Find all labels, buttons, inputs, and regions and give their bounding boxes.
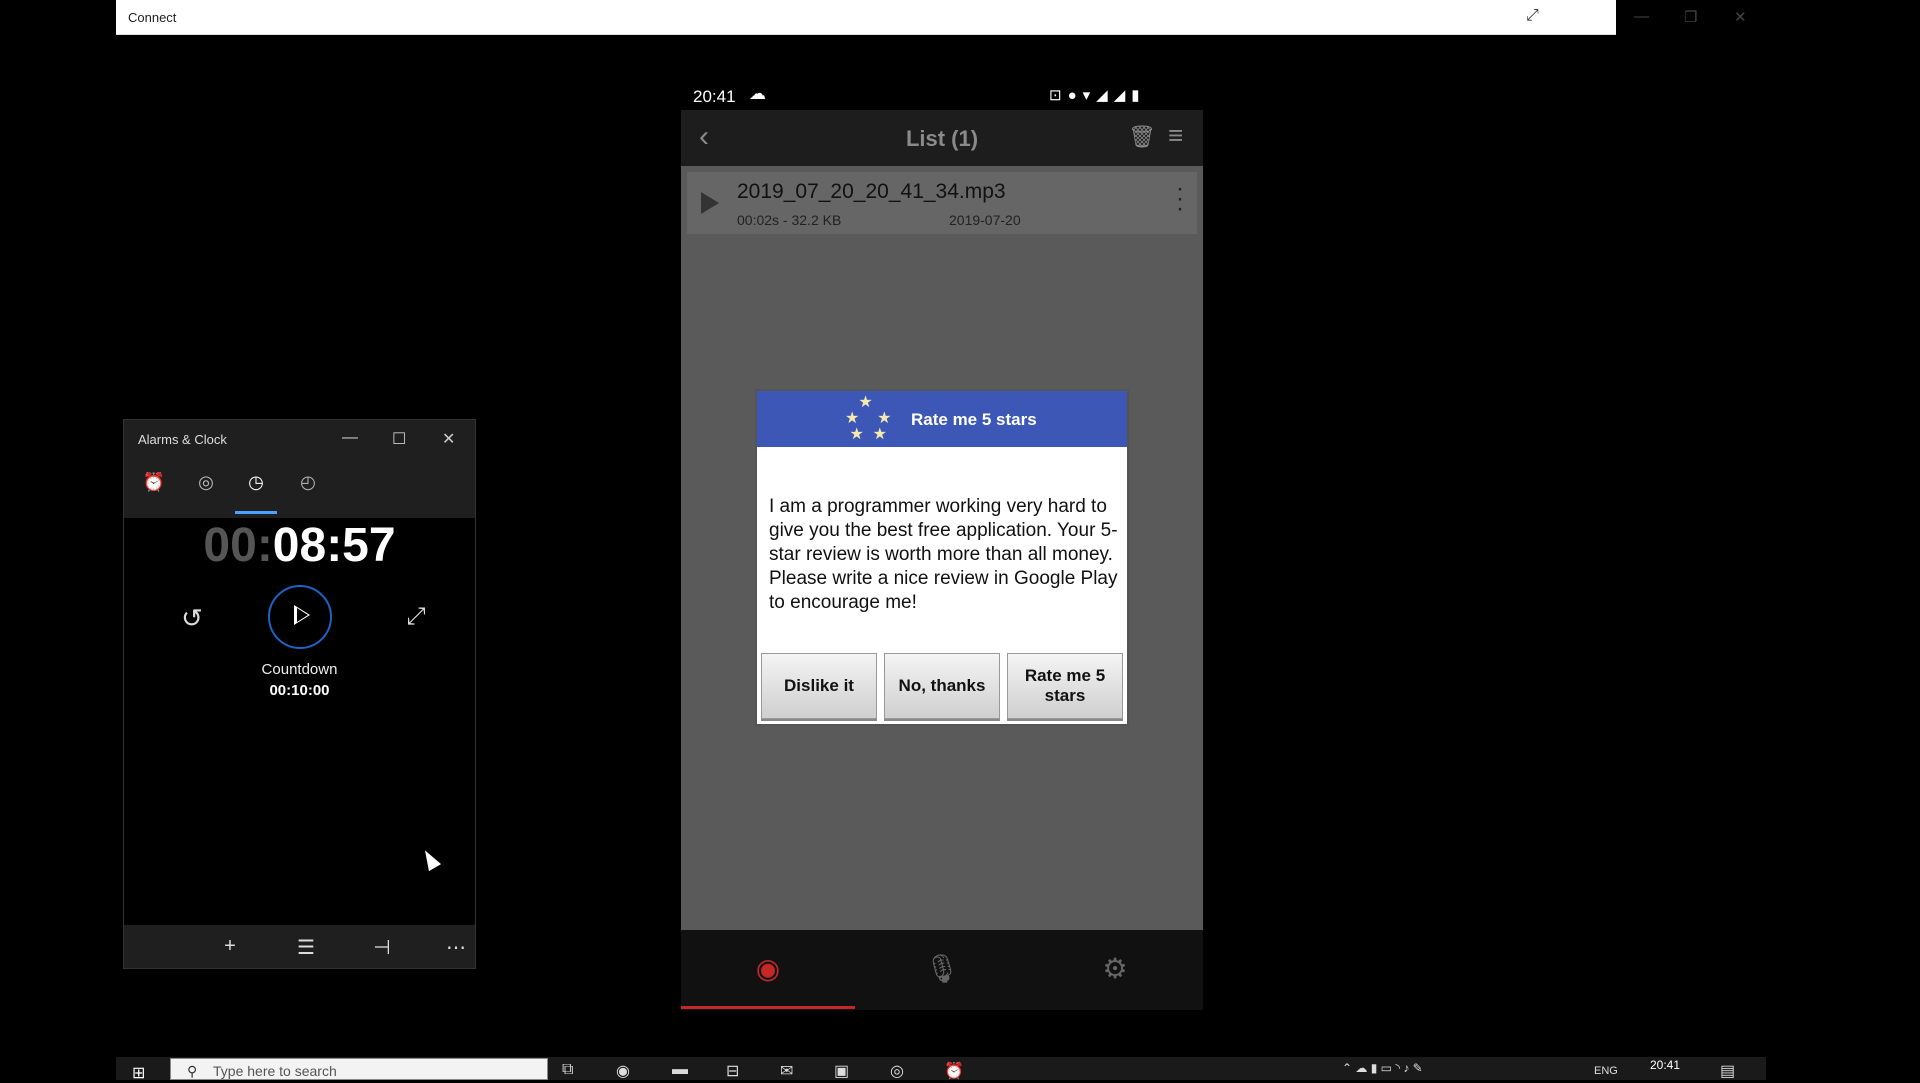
search-placeholder: Type here to search: [213, 1063, 337, 1079]
mail-icon[interactable]: ✉: [780, 1061, 793, 1081]
alarms-clock-window: Alarms & Clock — ☐ ✕ ⏰ ◎ ◷ ◴ 00:08:57 ↺ …: [123, 419, 476, 969]
store-icon[interactable]: ⊟: [726, 1061, 739, 1081]
connect-app-icon[interactable]: ◎: [890, 1061, 904, 1081]
timer-hours: 00:: [203, 519, 273, 572]
rate-button[interactable]: Rate me 5 stars: [1007, 653, 1123, 719]
trash-icon[interactable]: 🗑: [1128, 124, 1156, 150]
clock-tabs: ⏰ ◎ ◷ ◴: [124, 458, 475, 518]
timer-name: Countdown: [261, 661, 338, 678]
tray-icons[interactable]: ⌃ ☁ ▮ ▭ ◝ ♪ ✎: [1342, 1061, 1423, 1075]
task-view-icon[interactable]: ⧉: [562, 1061, 573, 1079]
stopwatch-tab-icon[interactable]: ◴: [288, 472, 328, 502]
overflow-menu-icon[interactable]: · · ·: [1173, 177, 1187, 221]
search-icon: ⚲: [187, 1063, 198, 1079]
add-icon[interactable]: +: [210, 935, 250, 958]
app-icon[interactable]: ▣: [834, 1061, 849, 1081]
stars-icon: ★ ★ ★ ★ ★: [845, 394, 892, 443]
windows-start-icon[interactable]: ⊞: [132, 1063, 145, 1083]
expand-icon[interactable]: ⤢: [398, 603, 434, 639]
taskbar: ⊞ ⚲ Type here to search ⧉ ◉ ▬ ⊟ ✉ ▣ ◎ ⏰ …: [116, 1057, 1766, 1083]
clock-command-bar: + ☰ ⊣ ⋯: [124, 925, 475, 968]
restore-icon[interactable]: ❐: [1684, 8, 1697, 26]
minimize-icon[interactable]: —: [342, 429, 358, 447]
world-clock-tab-icon[interactable]: ◎: [186, 472, 226, 502]
cloud-icon: ☁: [749, 84, 766, 103]
notifications-icon[interactable]: ▤: [1720, 1061, 1735, 1081]
bottom-nav: ◉ 🎙 ⚙: [681, 930, 1203, 1010]
active-tab-indicator: [235, 511, 277, 514]
edit-list-icon[interactable]: ☰: [286, 935, 326, 960]
connect-title: Connect: [128, 10, 177, 25]
timer-minutes-seconds: 08:57: [272, 519, 396, 572]
timer-duration: 00:10:00: [269, 682, 330, 699]
tray-clock[interactable]: 20:41: [1650, 1058, 1680, 1072]
status-bar: 20:41 ☁ ⊡●▾◢◢▮: [681, 80, 1203, 110]
reset-icon[interactable]: ↺: [174, 603, 210, 639]
status-time: 20:41: [693, 87, 736, 106]
file-explorer-icon[interactable]: ▬: [672, 1061, 688, 1079]
alarm-tab-icon[interactable]: ⏰: [134, 472, 174, 502]
play-icon[interactable]: [701, 192, 719, 214]
play-button[interactable]: [268, 585, 332, 649]
rate-dialog: ★ ★ ★ ★ ★ Rate me 5 stars I am a programm…: [755, 389, 1129, 726]
status-icons: ⊡●▾◢◢▮: [1049, 87, 1146, 104]
no-thanks-button[interactable]: No, thanks: [884, 653, 1000, 719]
play-icon: [294, 605, 310, 625]
active-nav-indicator: [681, 1006, 855, 1009]
taskbar-search[interactable]: ⚲ Type here to search: [170, 1058, 548, 1080]
file-name: 2019_07_20_20_41_34.mp3: [737, 180, 1006, 203]
player-tab-icon[interactable]: ◉: [748, 952, 788, 985]
dialog-title: Rate me 5 stars: [911, 410, 1037, 429]
microphone-tab-icon[interactable]: 🎙: [922, 952, 962, 985]
language-indicator[interactable]: ENG: [1594, 1065, 1618, 1077]
timer-display: 00:08:57: [124, 518, 475, 573]
file-meta: 00:02s - 32.2 KB: [737, 212, 842, 228]
menu-icon[interactable]: ≡: [1168, 120, 1183, 151]
list-item[interactable]: 2019_07_20_20_41_34.mp3 00:02s - 32.2 KB…: [687, 172, 1197, 234]
list-title: List (1): [905, 126, 979, 151]
dialog-header: ★ ★ ★ ★ ★ Rate me 5 stars: [757, 391, 1127, 447]
timer-tab-icon[interactable]: ◷: [236, 472, 276, 502]
clock-titlebar: Alarms & Clock — ☐ ✕: [124, 420, 475, 458]
more-icon[interactable]: ⋯: [436, 935, 476, 960]
fullscreen-icon[interactable]: ⤢: [1526, 7, 1539, 25]
alarms-app-icon[interactable]: ⏰: [944, 1061, 964, 1081]
dislike-button[interactable]: Dislike it: [761, 653, 877, 719]
connect-titlebar: Connect ⤢: [116, 0, 1616, 35]
chrome-icon[interactable]: ◉: [616, 1061, 630, 1081]
maximize-icon[interactable]: ☐: [392, 429, 406, 449]
app-bar: ‹ List (1) 🗑 ≡: [681, 110, 1203, 166]
file-date: 2019-07-20: [949, 212, 1021, 228]
dialog-message: I am a programmer working very hard to g…: [769, 496, 1118, 613]
settings-tab-icon[interactable]: ⚙: [1095, 952, 1135, 985]
pin-icon[interactable]: ⊣: [362, 935, 402, 960]
close-icon[interactable]: ✕: [1734, 8, 1747, 26]
minimize-icon[interactable]: —: [1634, 8, 1649, 25]
close-icon[interactable]: ✕: [442, 429, 455, 449]
clock-window-title: Alarms & Clock: [138, 432, 227, 447]
